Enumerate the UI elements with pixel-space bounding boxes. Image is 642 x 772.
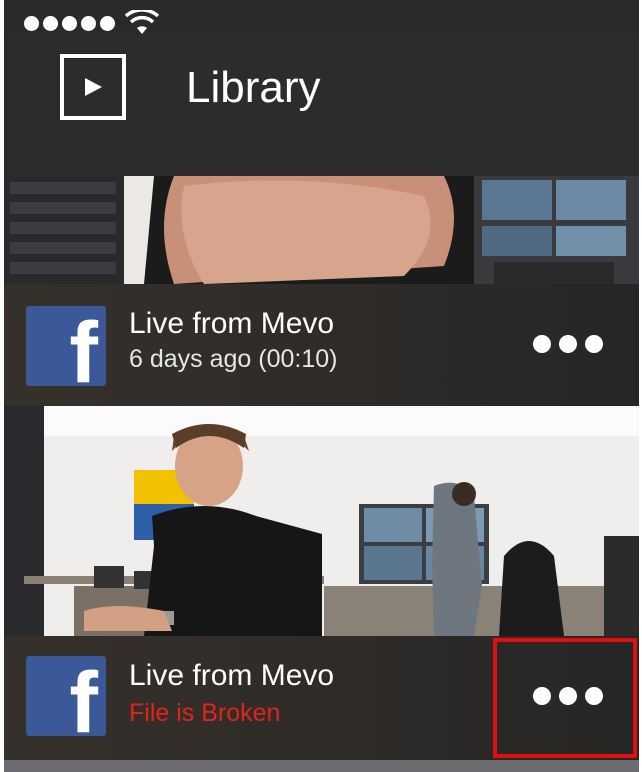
video-thumbnail[interactable] [4,406,639,636]
page-title: Library [186,63,321,112]
video-thumbnail[interactable] [4,760,639,772]
more-icon[interactable] [533,332,603,356]
facebook-icon: f [26,306,106,386]
navigation-bar: Library [4,36,639,176]
video-title: Live from Mevo [129,659,335,692]
video-thumbnail[interactable] [4,176,639,284]
video-error-status: File is Broken [129,699,281,727]
video-list-item[interactable]: f Live from Mevo File is Broken [4,636,639,760]
library-play-icon[interactable] [60,54,126,120]
status-bar [24,10,159,36]
phone-screen: Library f Live from Mevo 6 days ago (00:… [4,0,639,772]
video-list-item[interactable]: f Live from Mevo 6 days ago (00:10) [4,284,639,406]
more-icon[interactable] [533,684,603,708]
video-subtitle: 6 days ago (00:10) [129,345,338,373]
facebook-icon: f [26,656,106,736]
signal-strength-icon [24,15,115,31]
wifi-icon [125,10,159,34]
video-title: Live from Mevo [129,307,335,340]
